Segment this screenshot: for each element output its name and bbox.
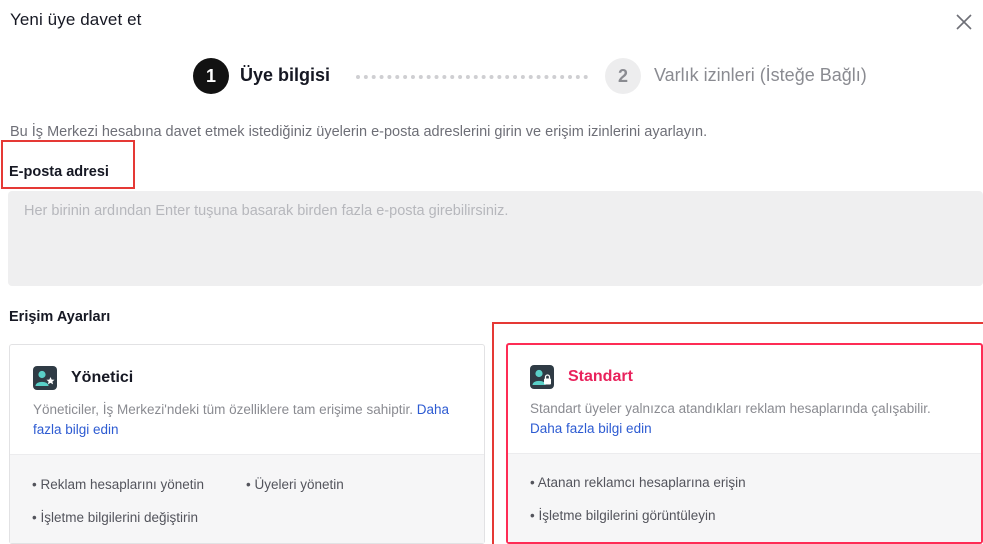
step-2-number[interactable]: 2 — [605, 58, 641, 94]
access-settings-title: Erişim Ayarları — [9, 309, 111, 325]
role-card-standard[interactable]: Standart Standart üyeler yalnızca atandı… — [506, 343, 983, 544]
learn-more-link-standard[interactable]: Daha fazla bilgi edin — [530, 421, 652, 436]
step-1-number: 1 — [193, 58, 229, 94]
role-description-admin: Yöneticiler, İş Merkezi'ndeki tüm özelli… — [33, 400, 453, 440]
feature-item: • Üyeleri yönetin — [246, 477, 344, 492]
step-1-label: Üye bilgisi — [240, 65, 331, 85]
role-card-admin[interactable]: Yönetici Yöneticiler, İş Merkezi'ndeki t… — [9, 344, 485, 544]
role-description-text-standard: Standart üyeler yalnızca atandıkları rek… — [530, 401, 931, 416]
role-name-standard: Standart — [568, 368, 633, 385]
role-description-text-admin: Yöneticiler, İş Merkezi'ndeki tüm özelli… — [33, 402, 413, 417]
step-2-label[interactable]: Varlık izinleri (İsteğe Bağlı) — [654, 65, 867, 86]
close-icon[interactable] — [954, 12, 974, 32]
role-description-standard: Standart üyeler yalnızca atandıkları rek… — [530, 399, 950, 439]
dialog-title: Yeni üye davet et — [10, 10, 142, 29]
intro-text: Bu İş Merkezi hesabına davet etmek isted… — [10, 124, 708, 140]
highlight-line-standard-left — [492, 322, 494, 544]
feature-item: • İşletme bilgilerini görüntüleyin — [530, 508, 716, 523]
role-name-admin: Yönetici — [71, 369, 134, 386]
highlight-box-email-label — [1, 140, 135, 189]
role-features-standard: • Atanan reklamcı hesaplarına erişin • İ… — [508, 453, 981, 542]
feature-item: • İşletme bilgilerini değiştirin — [32, 510, 199, 525]
role-features-admin: • Reklam hesaplarını yönetin • Üyeleri y… — [10, 454, 484, 543]
feature-item: • Reklam hesaplarını yönetin — [32, 477, 205, 492]
email-input[interactable] — [8, 191, 983, 286]
admin-user-star-icon — [33, 366, 57, 390]
step-connector — [356, 75, 588, 79]
standard-user-lock-icon — [530, 365, 554, 389]
highlight-line-standard-top — [492, 322, 983, 324]
feature-item: • Atanan reklamcı hesaplarına erişin — [530, 475, 746, 490]
